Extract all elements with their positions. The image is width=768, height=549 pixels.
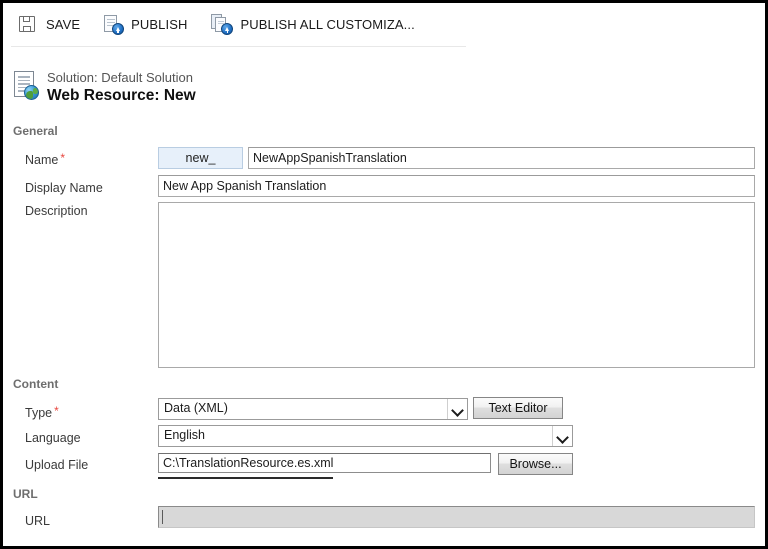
type-select[interactable]: Data (XML) [158,398,468,420]
language-select[interactable]: English [158,425,573,447]
browse-button[interactable]: Browse... [498,453,573,475]
save-button-label: SAVE [46,16,81,32]
floppy-disk-icon [17,13,39,35]
name-required-asterisk: * [60,151,66,165]
name-label: Name * [25,151,66,167]
command-toolbar: SAVE PUBLISH PUBLISH ALL CUSTOMIZA... [3,3,765,45]
url-input [158,506,755,528]
text-editor-button[interactable]: Text Editor [473,397,563,419]
type-select-value: Data (XML) [164,401,228,415]
section-header-url: URL [13,487,38,501]
toolbar-divider [11,46,466,47]
save-button[interactable]: SAVE [17,9,80,39]
form-header: Solution: Default Solution Web Resource:… [3,61,765,113]
upload-file-label: Upload File [25,458,89,472]
chevron-down-icon[interactable] [447,399,467,419]
upload-file-underline [158,477,333,479]
web-resource-form-window: SAVE PUBLISH PUBLISH ALL CUSTOMIZA... So… [0,0,768,549]
upload-file-input[interactable]: C:\TranslationResource.es.xml [158,453,491,473]
name-prefix-box: new_ [158,147,243,169]
section-header-general: General [13,124,58,138]
page-title: Web Resource: New [47,87,196,104]
display-name-input[interactable] [158,175,755,197]
section-header-content: Content [13,377,59,391]
solution-breadcrumb: Solution: Default Solution [47,70,193,85]
url-caret [162,510,163,524]
language-select-value: English [164,428,205,442]
language-label: Language [25,431,81,445]
type-label: Type * [25,404,59,420]
publish-button[interactable]: PUBLISH [102,9,187,39]
publish-all-button-label: PUBLISH ALL CUSTOMIZA... [240,16,415,32]
chevron-down-icon[interactable] [552,426,572,446]
publish-all-pages-icon [211,13,234,35]
description-textarea[interactable] [158,202,755,368]
publish-page-icon [102,13,125,35]
publish-all-customizations-button[interactable]: PUBLISH ALL CUSTOMIZA... [211,9,415,39]
name-input[interactable] [248,147,755,169]
display-name-label: Display Name [25,181,103,195]
publish-button-label: PUBLISH [131,16,188,32]
description-label: Description [25,204,88,218]
web-resource-globe-icon [12,71,42,103]
url-label: URL [25,514,51,528]
type-required-asterisk: * [54,404,59,418]
